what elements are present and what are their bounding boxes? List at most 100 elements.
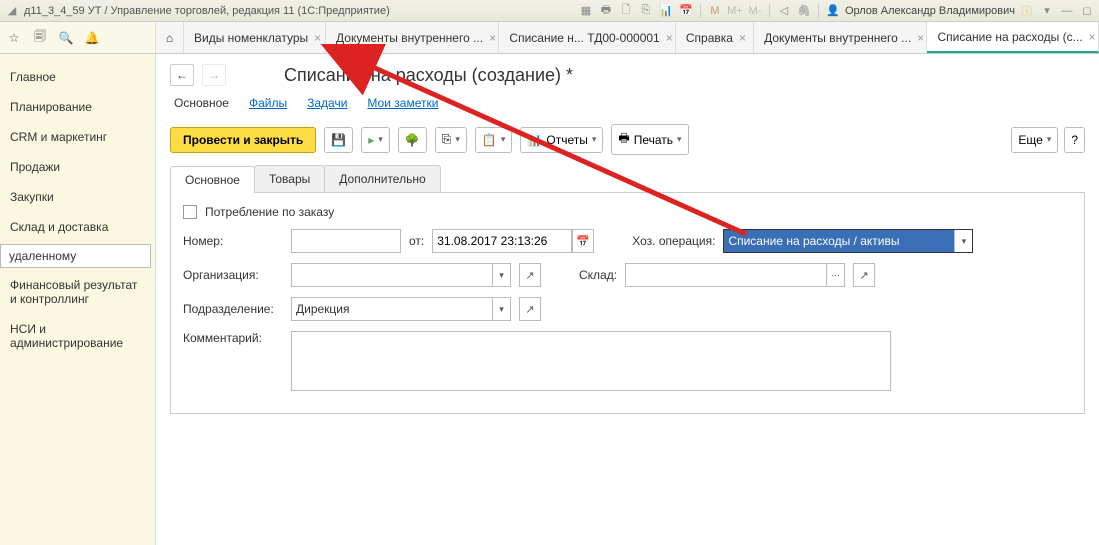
sklad-open-button[interactable]: ↗	[853, 263, 875, 287]
podr-select[interactable]: Дирекция ▾	[291, 297, 511, 321]
printer-icon: 🖶	[618, 129, 629, 150]
info-icon[interactable]: ⓘ	[1019, 3, 1035, 19]
hoz-operation-label: Хоз. операция:	[632, 234, 715, 248]
sidebar-item[interactable]: Финансовый результат и контроллинг	[0, 270, 155, 314]
m-icon[interactable]: M	[707, 3, 723, 19]
search-icon[interactable]: 🔍	[58, 30, 74, 46]
tab-close-icon[interactable]: ×	[917, 31, 924, 45]
form-tab[interactable]: Товары	[254, 165, 325, 192]
create-based-button[interactable]: 📋▾	[475, 127, 512, 153]
sklad-more-button[interactable]: ⋯	[826, 264, 844, 286]
sidebar-item[interactable]: Главное	[0, 62, 155, 92]
consume-by-order-checkbox[interactable]	[183, 205, 197, 219]
bell-icon[interactable]: 🔔	[84, 30, 100, 46]
dropdown-icon[interactable]: ▾	[1039, 3, 1055, 19]
tab-label: Списание н... ТД00-000001	[509, 31, 659, 45]
star-icon[interactable]: ☆	[6, 30, 22, 46]
number-label: Номер:	[183, 234, 283, 248]
sidebar: ГлавноеПланированиеCRM и маркетингПродаж…	[0, 54, 156, 545]
maximize-icon[interactable]: ◻	[1079, 3, 1095, 19]
tab[interactable]: Документы внутреннего ... ×	[326, 22, 499, 53]
copy-icon: 📋	[482, 133, 497, 147]
clipboard-icon[interactable]: 🗐	[32, 30, 48, 46]
from-label: от:	[409, 234, 424, 248]
user-name: Орлов Александр Владимирович	[845, 5, 1015, 17]
tab-label: Документы внутреннего ...	[764, 31, 911, 45]
tab-label: Списание на расходы (с...	[937, 30, 1082, 44]
comment-label: Комментарий:	[183, 331, 283, 345]
m-minus-icon[interactable]: M-	[747, 3, 763, 19]
hoz-dropdown-button[interactable]: ▾	[954, 230, 972, 252]
minimize-icon[interactable]: —	[1059, 3, 1075, 19]
sidebar-item[interactable]: CRM и маркетинг	[0, 122, 155, 152]
m-plus-icon[interactable]: M+	[727, 3, 743, 19]
post-icon: ▸	[368, 133, 374, 147]
comment-input[interactable]	[291, 331, 891, 391]
basis-icon: ⎘	[442, 132, 452, 147]
sidebar-item[interactable]: Продажи	[0, 152, 155, 182]
chart-icon: 📊	[527, 133, 542, 147]
sidebar-item[interactable]: НСИ и администрирование	[0, 314, 155, 358]
help-button[interactable]: ?	[1064, 127, 1085, 153]
calendar-icon[interactable]: 📅	[678, 3, 694, 19]
nav-forward-button[interactable]: →	[202, 64, 226, 86]
hoz-operation-select[interactable]: Списание на расходы / активы ▾	[723, 229, 973, 253]
print-button[interactable]: 🖶Печать▾	[611, 124, 688, 155]
doc-icon[interactable]: 🗋	[618, 3, 634, 19]
page-title: Списание на расходы (создание) *	[284, 65, 573, 86]
tab[interactable]: Документы внутреннего ... ×	[754, 22, 927, 53]
org-select[interactable]: ▾	[291, 263, 511, 287]
date-picker-button[interactable]: 📅	[572, 229, 594, 253]
nav-back-button[interactable]: ←	[170, 64, 194, 86]
home-tab[interactable]: ⌂	[156, 22, 184, 53]
tab-close-icon[interactable]: ×	[314, 31, 321, 45]
tab[interactable]: Списание на расходы (с... ×	[927, 22, 1099, 53]
grid-icon[interactable]: ▦	[578, 3, 594, 19]
sidebar-item[interactable]: Планирование	[0, 92, 155, 122]
tab-close-icon[interactable]: ×	[666, 31, 673, 45]
tab[interactable]: Списание н... ТД00-000001 ×	[499, 22, 675, 53]
app-icon: ◢	[4, 3, 20, 19]
org-dropdown-button[interactable]: ▾	[492, 264, 510, 286]
tab-close-icon[interactable]: ×	[489, 31, 496, 45]
sklad-select[interactable]: ⋯	[625, 263, 845, 287]
link-tasks[interactable]: Задачи	[307, 96, 347, 110]
link-main[interactable]: Основное	[174, 96, 229, 110]
save-button[interactable]: 💾	[324, 127, 353, 153]
tab[interactable]: Виды номенклатуры ×	[184, 22, 326, 53]
user-icon: 👤	[825, 3, 841, 19]
link-icon[interactable]: 🖇	[796, 3, 812, 19]
more-button[interactable]: Еще▾	[1011, 127, 1058, 153]
tab-label: Виды номенклатуры	[194, 31, 308, 45]
sidebar-item[interactable]: Закупки	[0, 182, 155, 212]
post-and-close-button[interactable]: Провести и закрыть	[170, 127, 316, 153]
org-label: Организация:	[183, 268, 283, 282]
back-nav-icon[interactable]: ◁	[776, 3, 792, 19]
sidebar-item[interactable]: Склад и доставка	[0, 212, 155, 242]
compare-icon[interactable]: ⎘	[638, 3, 654, 19]
sklad-label: Склад:	[579, 268, 617, 282]
podr-value: Дирекция	[292, 298, 492, 320]
basis-button[interactable]: ⎘▾	[435, 127, 467, 153]
podr-dropdown-button[interactable]: ▾	[492, 298, 510, 320]
form-tab[interactable]: Дополнительно	[324, 165, 440, 192]
post-button[interactable]: ▸▾	[361, 127, 390, 153]
tab-label: Справка	[686, 31, 733, 45]
form-tab[interactable]: Основное	[170, 166, 255, 193]
link-notes[interactable]: Мои заметки	[367, 96, 438, 110]
podr-label: Подразделение:	[183, 302, 283, 316]
link-files[interactable]: Файлы	[249, 96, 287, 110]
print-icon[interactable]: 🖶	[598, 3, 614, 19]
calc-icon[interactable]: 📊	[658, 3, 674, 19]
structure-button[interactable]: 🌳	[398, 127, 427, 153]
tab-close-icon[interactable]: ×	[739, 31, 746, 45]
number-input[interactable]	[291, 229, 401, 253]
reports-button[interactable]: 📊Отчеты▾	[520, 127, 603, 153]
sidebar-item[interactable]: удаленному	[0, 244, 151, 268]
tab[interactable]: Справка ×	[676, 22, 754, 53]
tab-close-icon[interactable]: ×	[1089, 30, 1096, 44]
podr-open-button[interactable]: ↗	[519, 297, 541, 321]
tab-label: Документы внутреннего ...	[336, 31, 483, 45]
org-open-button[interactable]: ↗	[519, 263, 541, 287]
date-input[interactable]	[432, 229, 572, 253]
